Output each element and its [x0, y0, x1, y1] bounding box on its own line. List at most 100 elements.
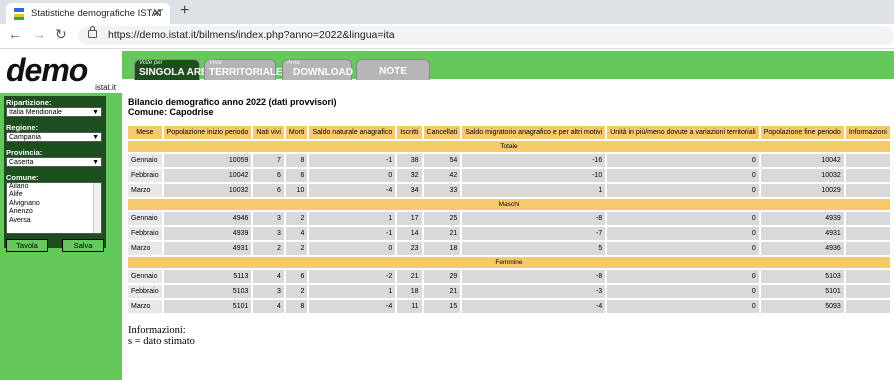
address-bar[interactable]: https://demo.istat.it/bilmens/index.php?… — [78, 26, 894, 45]
table-cell: 2 — [285, 285, 308, 298]
table-cell: 1 — [462, 184, 606, 197]
table-cell: 6 — [285, 270, 308, 283]
sidebar: Ripartizione: Italia Meridionale ▼ Regio… — [0, 93, 122, 380]
list-item[interactable]: Alvignano — [9, 200, 101, 208]
table-cell: Marzo — [128, 184, 162, 197]
table-cell: 18 — [423, 242, 461, 255]
regione-label: Regione: — [6, 123, 39, 132]
table-cell: 0 — [607, 212, 759, 225]
table-cell: 4 — [285, 227, 308, 240]
list-item[interactable]: Alife — [9, 191, 101, 199]
istat-favicon-icon — [14, 7, 24, 20]
tab-label: DOWNLOAD — [293, 67, 353, 78]
tab-note[interactable]: NOTE — [356, 59, 430, 80]
salva-button[interactable]: Salva — [62, 239, 104, 252]
table-row: Febbraio 10042 6 6 0 32 42 -10 0 10032 — [128, 169, 890, 182]
table-cell — [845, 300, 890, 313]
close-tab-icon[interactable]: ✕ — [152, 6, 162, 20]
tab-small-label: Viste — [209, 60, 223, 66]
column-header: Iscritti — [397, 126, 422, 139]
table-cell: 17 — [397, 212, 422, 225]
table-cell: 21 — [423, 285, 461, 298]
top-navigation-bar: Viste per SINGOLA AREA Viste TERRITORIAL… — [122, 51, 894, 80]
table-cell: Marzo — [128, 300, 162, 313]
table-row: Marzo 4931 2 2 0 23 18 5 0 4936 — [128, 242, 890, 255]
column-header: Saldo migratorio anagrafico e per altri … — [462, 126, 606, 139]
table-cell: 10032 — [163, 184, 252, 197]
table-cell: -4 — [462, 300, 606, 313]
reload-icon[interactable]: ↻ — [55, 26, 67, 43]
table-cell: 14 — [397, 227, 422, 240]
table-cell: 5093 — [760, 300, 844, 313]
table-cell: 3 — [253, 227, 284, 240]
table-cell: 5101 — [163, 300, 252, 313]
table-cell: 10032 — [760, 169, 844, 182]
table-cell: 6 — [253, 184, 284, 197]
comune-label: Comune: — [6, 173, 39, 182]
provincia-select[interactable]: Caserta ▼ — [6, 157, 102, 167]
column-header: Nati vivi — [253, 126, 284, 139]
table-cell: 5113 — [163, 270, 252, 283]
tab-download[interactable]: Area DOWNLOAD — [282, 59, 353, 80]
table-cell: 2 — [285, 212, 308, 225]
demo-logo[interactable]: demo istat.it — [6, 54, 118, 92]
table-cell: 34 — [397, 184, 422, 197]
table-cell — [845, 227, 890, 240]
logo-text: demo — [6, 52, 88, 88]
list-item[interactable]: Aversa — [9, 217, 101, 225]
table-cell: 4931 — [163, 242, 252, 255]
provincia-value: Caserta — [9, 159, 34, 166]
table-cell: 0 — [607, 285, 759, 298]
table-cell: 4 — [253, 300, 284, 313]
new-tab-button[interactable]: + — [180, 2, 189, 20]
table-cell: 0 — [607, 169, 759, 182]
table-cell: 1 — [309, 212, 396, 225]
list-item[interactable]: Arienzo — [9, 208, 101, 216]
url-text: https://demo.istat.it/bilmens/index.php?… — [108, 29, 395, 41]
table-cell: 29 — [423, 270, 461, 283]
browser-tab[interactable]: Statistiche demografiche ISTAT ✕ — [6, 3, 170, 24]
table-cell: 25 — [423, 212, 461, 225]
table-cell: 4931 — [760, 227, 844, 240]
table-cell: 0 — [607, 227, 759, 240]
back-arrow-icon[interactable]: ← — [8, 26, 22, 42]
column-header: Popolazione inizio periodo — [163, 126, 252, 139]
page-subtitle: Comune: Capodrise — [128, 107, 214, 117]
tab-singola-area[interactable]: Viste per SINGOLA AREA — [134, 59, 215, 80]
table-cell: 2 — [253, 242, 284, 255]
regione-value: Campania — [9, 134, 41, 141]
column-header: Unità in più/meno dovute a variazioni te… — [607, 126, 759, 139]
table-row: Gennaio 10059 7 8 -1 38 54 -16 0 10042 — [128, 154, 890, 167]
table-cell: 11 — [397, 300, 422, 313]
table-cell — [845, 154, 890, 167]
section-label: Totale — [128, 141, 890, 152]
table-cell: 0 — [607, 154, 759, 167]
provincia-label: Provincia: — [6, 148, 43, 157]
table-row: Marzo 10032 6 10 -4 34 33 1 0 10029 — [128, 184, 890, 197]
section-label: Maschi — [128, 199, 890, 210]
table-cell: 10042 — [163, 169, 252, 182]
tab-territoriale[interactable]: Viste TERRITORIALE — [204, 59, 283, 80]
table-cell: 10059 — [163, 154, 252, 167]
logo-subtitle: istat.it — [95, 83, 116, 92]
table-cell: Gennaio — [128, 270, 162, 283]
table-header-row: Mese Popolazione inizio periodo Nati viv… — [128, 126, 890, 139]
column-header: Saldo naturale anagrafico — [309, 126, 396, 139]
table-cell: 5103 — [163, 285, 252, 298]
table-cell: 0 — [309, 169, 396, 182]
comune-listbox[interactable]: Ailano Alife Alvignano Arienzo Aversa — [6, 182, 102, 234]
table-cell: Gennaio — [128, 212, 162, 225]
table-cell: 21 — [423, 227, 461, 240]
table-cell: -4 — [309, 300, 396, 313]
tavola-button[interactable]: Tavola — [6, 239, 48, 252]
table-cell: -1 — [309, 154, 396, 167]
list-item[interactable]: Ailano — [9, 183, 101, 191]
forward-arrow-icon[interactable]: → — [32, 26, 46, 42]
ripartizione-select[interactable]: Italia Meridionale ▼ — [6, 107, 102, 117]
regione-select[interactable]: Campania ▼ — [6, 132, 102, 142]
table-cell: 10029 — [760, 184, 844, 197]
table-cell: 15 — [423, 300, 461, 313]
table-cell: 0 — [607, 242, 759, 255]
table-cell: -10 — [462, 169, 606, 182]
listbox-scrollbar[interactable] — [93, 183, 101, 233]
